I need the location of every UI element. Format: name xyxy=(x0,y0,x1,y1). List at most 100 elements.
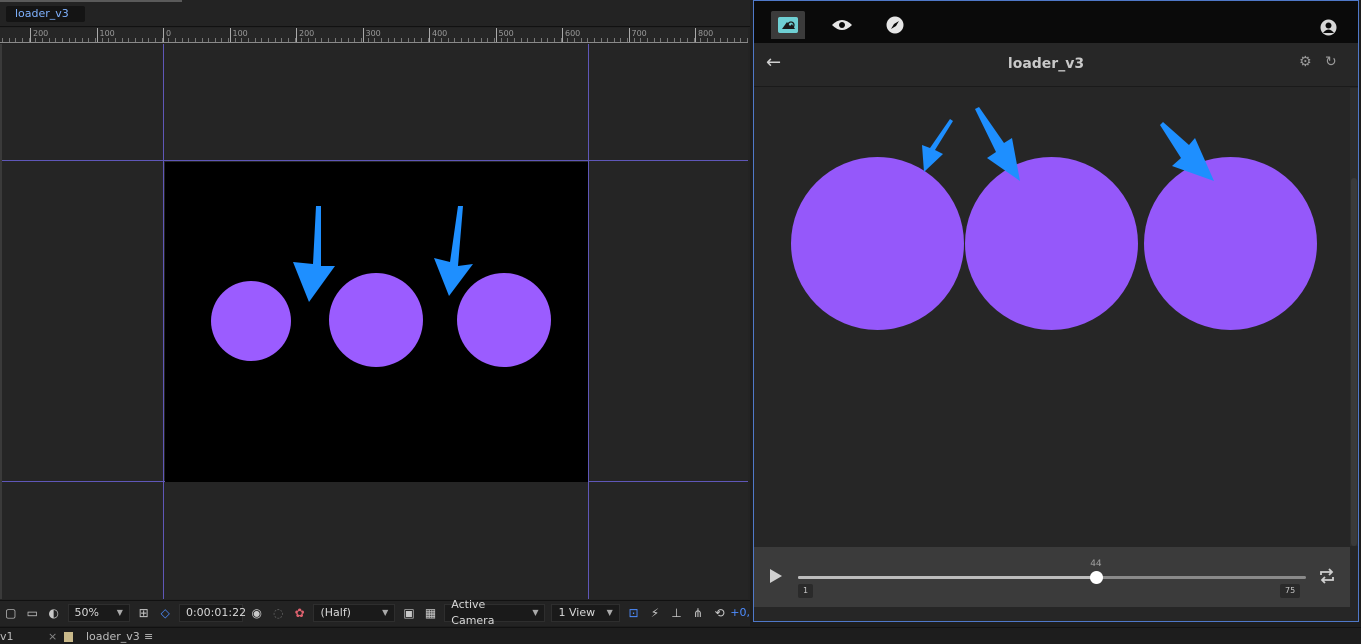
ruler-minor-tick xyxy=(640,38,642,42)
ruler-minor-tick xyxy=(128,38,130,42)
resolution-value: (Half) xyxy=(320,605,351,619)
ruler-minor-tick xyxy=(740,38,742,42)
view-layout-dropdown[interactable]: 1 View ▼ xyxy=(551,603,620,622)
slider-fill xyxy=(798,576,1097,579)
mask-path-icon[interactable]: ◇ xyxy=(157,605,173,621)
preview-panel: ← loader_v3 ⚙ ↻ 44 1 75 xyxy=(753,0,1359,622)
ruler-major-tick xyxy=(30,28,31,42)
ruler-minor-tick xyxy=(221,38,223,42)
play-icon[interactable] xyxy=(770,569,782,583)
timeline-tab-strip: v1 × loader_v3 ≡ xyxy=(0,627,1361,644)
arrow-down-icon xyxy=(434,206,473,296)
current-frame-label: 44 xyxy=(1090,559,1102,569)
scrollbar-thumb[interactable] xyxy=(1351,178,1357,546)
ruler-minor-tick xyxy=(407,38,409,42)
zoom-dropdown[interactable]: 50% ▼ xyxy=(67,603,130,622)
previous-tab-fragment[interactable]: v1 xyxy=(0,630,14,643)
ruler-minor-tick xyxy=(88,38,90,42)
ruler-minor-tick xyxy=(647,38,649,42)
timeline-tab-label[interactable]: loader_v3 xyxy=(86,630,140,643)
ruler-minor-tick xyxy=(241,38,243,42)
ruler-minor-tick xyxy=(700,38,702,42)
toggle-pixel-aspect-icon[interactable]: ⊡ xyxy=(626,605,642,621)
gear-icon[interactable]: ⚙ xyxy=(1299,54,1312,70)
ruler-minor-tick xyxy=(154,38,156,42)
ruler-minor-tick xyxy=(294,38,296,42)
tab-composition[interactable]: loader_v3 xyxy=(6,6,85,22)
ruler-minor-tick xyxy=(474,38,476,42)
ruler-label: 200 xyxy=(299,29,315,38)
ruler-minor-tick xyxy=(627,38,629,42)
ruler-minor-tick xyxy=(68,38,70,42)
tab-explore[interactable] xyxy=(878,11,912,39)
ruler-minor-tick xyxy=(440,38,442,42)
color-channels-icon[interactable]: ✿ xyxy=(292,605,308,621)
flowchart-icon[interactable]: ⋔ xyxy=(690,605,706,621)
account-icon[interactable] xyxy=(1320,19,1337,40)
mask-visibility-icon[interactable]: ◐ xyxy=(46,605,62,621)
ruler-minor-tick xyxy=(268,38,269,42)
fast-preview-icon[interactable]: ▣ xyxy=(401,605,417,621)
show-snapshot-icon[interactable]: ◌ xyxy=(270,605,286,621)
preview-scrollbar[interactable] xyxy=(1350,88,1358,546)
ruler-minor-tick xyxy=(234,38,236,42)
ruler-major-tick xyxy=(695,28,696,42)
safe-margins-icon[interactable]: ⊞ xyxy=(136,605,152,621)
ruler-minor-tick xyxy=(706,38,708,42)
refresh-icon[interactable]: ↻ xyxy=(1325,54,1337,70)
monitor-icon[interactable]: ▭ xyxy=(25,605,41,621)
ruler-minor-tick xyxy=(314,38,316,42)
chevron-down-icon: ▼ xyxy=(116,607,123,617)
ruler-minor-tick xyxy=(447,38,449,42)
timeline-icon[interactable]: ⊥ xyxy=(669,605,685,621)
composition-viewport[interactable] xyxy=(2,44,748,599)
view-layout-value: 1 View xyxy=(558,605,596,619)
ruler-label: 100 xyxy=(99,29,115,38)
timecode-field[interactable]: 0:00:01:22 xyxy=(178,603,247,622)
ruler-minor-tick xyxy=(334,38,336,42)
ruler-minor-tick xyxy=(633,38,635,42)
reset-exposure-icon[interactable]: ⟲ xyxy=(712,605,728,621)
ruler-minor-tick xyxy=(667,38,668,42)
ruler-minor-tick xyxy=(420,38,422,42)
ruler-minor-tick xyxy=(686,38,688,42)
camera-dropdown[interactable]: Active Camera ▼ xyxy=(444,598,546,627)
tab-player[interactable] xyxy=(771,11,805,39)
close-icon[interactable]: × xyxy=(48,630,57,643)
panel-menu-icon[interactable]: ≡ xyxy=(144,630,153,643)
composition-color-icon xyxy=(64,632,73,642)
ruler-minor-tick xyxy=(726,38,728,42)
timecode-value: 0:00:01:22 xyxy=(185,605,247,619)
horizontal-ruler[interactable]: 200 100 0 100 200 300 400 500 600 700 800 xyxy=(0,28,748,43)
ruler-minor-tick xyxy=(161,38,163,42)
ruler-minor-tick xyxy=(141,38,143,42)
arrow-down-icon xyxy=(293,206,335,302)
ruler-minor-tick xyxy=(414,38,416,42)
preview-stage xyxy=(754,88,1358,546)
ruler-minor-tick xyxy=(248,38,250,42)
ruler-minor-tick xyxy=(261,38,263,42)
ruler-minor-tick xyxy=(547,38,549,42)
ruler-minor-tick xyxy=(693,38,695,42)
timeline-slider[interactable] xyxy=(798,576,1306,579)
snapshot-camera-icon[interactable]: ◉ xyxy=(249,605,265,621)
ruler-major-tick xyxy=(229,28,231,42)
slider-handle[interactable] xyxy=(1089,571,1103,584)
fast-previews-icon[interactable]: ⚡ xyxy=(647,605,663,621)
region-of-interest-icon[interactable]: ▢ xyxy=(3,605,19,621)
tab-preview[interactable] xyxy=(825,11,859,39)
exposure-value[interactable]: +0, xyxy=(730,606,750,619)
loop-icon[interactable] xyxy=(1318,567,1336,585)
annotation-arrows xyxy=(293,206,473,302)
ruler-minor-tick xyxy=(434,38,436,42)
resolution-dropdown[interactable]: (Half) ▼ xyxy=(313,603,396,622)
ruler-minor-tick xyxy=(560,38,562,42)
ruler-minor-tick xyxy=(487,38,489,42)
ruler-minor-tick xyxy=(580,38,582,42)
ruler-label: 800 xyxy=(698,29,714,38)
compass-icon xyxy=(886,16,904,34)
ruler-minor-tick xyxy=(553,38,555,42)
ruler-minor-tick xyxy=(208,38,210,42)
transparency-grid-icon[interactable]: ▦ xyxy=(423,605,439,621)
camera-value: Active Camera xyxy=(451,597,495,627)
